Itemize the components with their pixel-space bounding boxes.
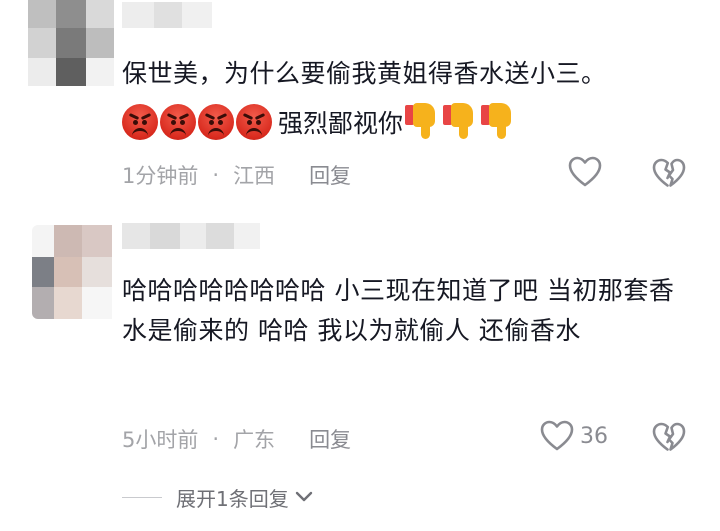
comment-text: 保世美，为什么要偷我黄姐得香水送小三。 bbox=[122, 59, 607, 88]
comment-meta: 1分钟前 · 江西 回复 bbox=[122, 158, 690, 192]
angry-face-emoji bbox=[236, 104, 272, 140]
comment-item: 哈哈哈哈哈哈哈哈 小三现在知道了吧 当初那套香水是偷来的 哈哈 我以为就偷人 还… bbox=[0, 215, 720, 455]
reply-button[interactable]: 回复 bbox=[309, 424, 351, 454]
chevron-down-icon bbox=[295, 491, 312, 502]
expand-divider bbox=[122, 496, 162, 498]
angry-face-emoji bbox=[198, 104, 234, 140]
emoji-inline-text: 强烈鄙视你 bbox=[278, 109, 404, 138]
expand-replies-button[interactable]: 展开1条回复 bbox=[122, 482, 313, 512]
reply-button[interactable]: 回复 bbox=[309, 160, 351, 190]
broken-heart-icon bbox=[652, 422, 686, 451]
comment-item: 保世美，为什么要偷我黄姐得香水送小三。 强烈鄙视你 1分钟前 · 江西 回复 bbox=[0, 0, 720, 205]
meta-separator: · bbox=[212, 427, 220, 451]
expand-replies-label: 展开1条回复 bbox=[176, 486, 289, 511]
like-button[interactable] bbox=[568, 156, 602, 188]
avatar[interactable] bbox=[28, 0, 114, 86]
meta-separator: · bbox=[212, 163, 220, 187]
like-count: 36 bbox=[580, 423, 608, 449]
thumbs-down-emoji bbox=[481, 103, 515, 141]
comment-location: 江西 bbox=[233, 164, 276, 188]
username[interactable] bbox=[122, 223, 260, 249]
dislike-button[interactable] bbox=[652, 422, 686, 458]
comment-location: 广东 bbox=[233, 428, 276, 452]
angry-face-emoji bbox=[160, 104, 196, 140]
like-button[interactable]: 36 bbox=[540, 420, 608, 452]
username[interactable] bbox=[122, 2, 212, 28]
thumbs-down-emoji bbox=[405, 103, 439, 141]
thumbs-down-emoji bbox=[443, 103, 477, 141]
comment-time: 5小时前 bbox=[122, 428, 199, 452]
avatar[interactable] bbox=[32, 225, 112, 319]
comment-list: 保世美，为什么要偷我黄姐得香水送小三。 强烈鄙视你 1分钟前 · 江西 回复 哈… bbox=[0, 0, 720, 531]
dislike-button[interactable] bbox=[652, 158, 686, 194]
emoji-row: 强烈鄙视你 bbox=[122, 100, 519, 144]
broken-heart-icon bbox=[652, 158, 686, 187]
comment-text: 哈哈哈哈哈哈哈哈 小三现在知道了吧 当初那套香水是偷来的 哈哈 我以为就偷人 还… bbox=[122, 276, 675, 345]
comment-time: 1分钟前 bbox=[122, 164, 199, 188]
heart-outline-icon bbox=[540, 420, 574, 451]
heart-outline-icon bbox=[568, 156, 602, 187]
angry-face-emoji bbox=[122, 104, 158, 140]
